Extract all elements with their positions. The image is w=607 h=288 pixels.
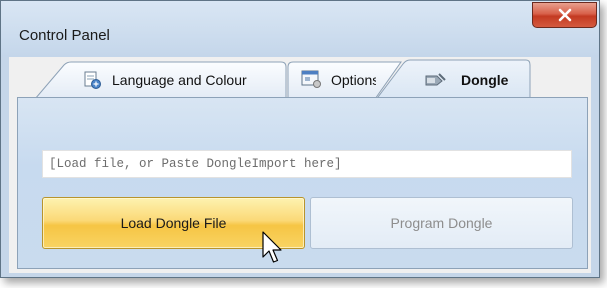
- dongle-key-icon: [425, 73, 446, 86]
- close-x-icon: [558, 8, 571, 22]
- dongle-tab-panel: Load Dongle File Program Dongle: [17, 97, 588, 269]
- title-bar[interactable]: Control Panel: [1, 1, 599, 57]
- mouse-cursor-icon: [262, 231, 282, 263]
- client-area: Language and Colour Options Dongle Load …: [9, 57, 591, 273]
- tab-strip: Language and Colour Options Dongle: [9, 57, 591, 101]
- tab-dongle-label: Dongle: [461, 72, 509, 88]
- control-panel-window: Control Panel Language and Colour Option…: [0, 0, 600, 278]
- close-button[interactable]: [532, 2, 597, 28]
- options-window-icon: [301, 70, 321, 88]
- language-page-icon: [84, 71, 101, 89]
- tab-language-label: Language and Colour: [112, 72, 247, 88]
- load-dongle-file-label: Load Dongle File: [120, 215, 227, 231]
- program-dongle-label: Program Dongle: [390, 215, 493, 231]
- dongle-import-field[interactable]: [42, 150, 572, 178]
- tab-options-label: Options: [331, 72, 376, 88]
- window-title: Control Panel: [19, 27, 110, 44]
- program-dongle-button[interactable]: Program Dongle: [310, 197, 573, 249]
